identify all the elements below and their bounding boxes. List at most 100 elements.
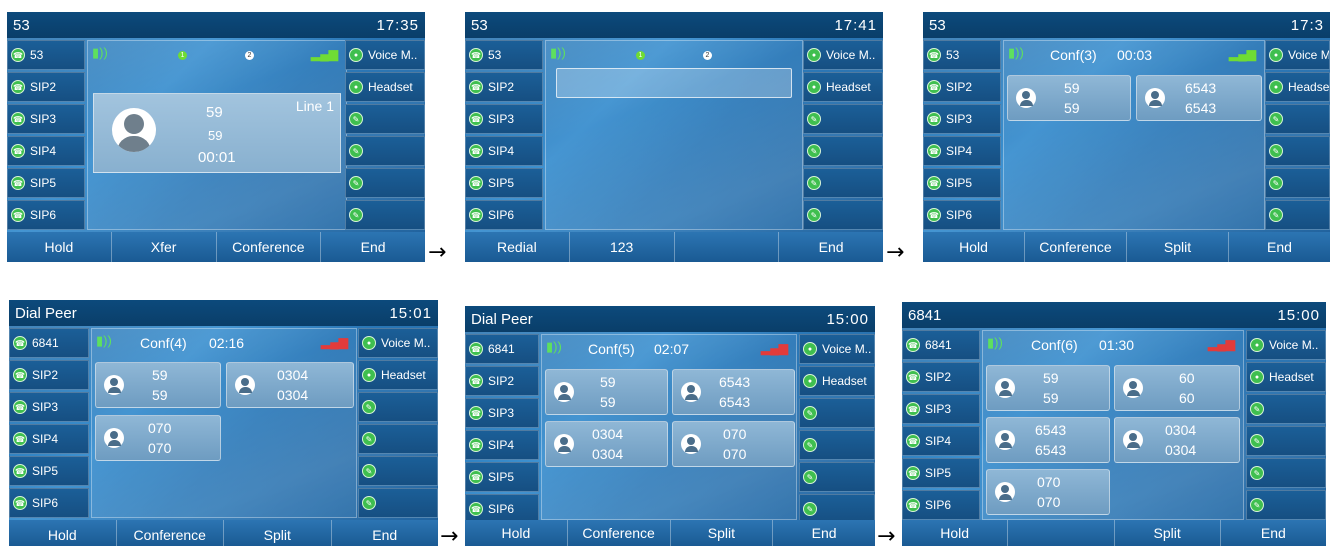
dsskey-empty-5[interactable] xyxy=(803,168,883,198)
dsskey-voicemail[interactable]: Voice M.. xyxy=(358,328,438,358)
line-key-6[interactable]: SIP6 xyxy=(902,490,980,520)
participant-card[interactable]: 6543 6543 xyxy=(1136,75,1262,121)
softkey-conference[interactable]: Conference xyxy=(216,232,322,262)
dsskey-empty-5[interactable] xyxy=(799,462,875,492)
dsskey-voicemail[interactable]: Voice M.. xyxy=(1246,330,1326,360)
participant-card[interactable]: 070 070 xyxy=(672,421,795,467)
participant-card[interactable]: 59 59 xyxy=(1007,75,1131,121)
softkey-end[interactable]: End xyxy=(331,520,438,546)
dsskey-empty-5[interactable] xyxy=(345,168,425,198)
dsskey-headset[interactable]: Headset xyxy=(345,72,425,102)
line-key-6[interactable]: SIP6 xyxy=(923,200,1001,230)
dsskey-empty-6[interactable] xyxy=(345,200,425,230)
softkey-split[interactable]: Split xyxy=(670,520,774,546)
participant-card[interactable]: 6543 6543 xyxy=(672,369,795,415)
line-key-1[interactable]: 6841 xyxy=(902,330,980,360)
softkey-conference[interactable]: Conference xyxy=(567,520,671,546)
line-key-5[interactable]: SIP5 xyxy=(465,462,539,492)
participant-card[interactable]: 59 59 xyxy=(986,365,1110,411)
line-key-4[interactable]: SIP4 xyxy=(465,430,539,460)
line-key-1[interactable]: 53 xyxy=(923,40,1001,70)
line-key-1[interactable]: 53 xyxy=(465,40,543,70)
line-key-4[interactable]: SIP4 xyxy=(9,424,89,454)
participant-card[interactable]: 59 59 xyxy=(545,369,668,415)
dsskey-voicemail[interactable]: Voice M.. xyxy=(803,40,883,70)
line-key-1[interactable]: 6841 xyxy=(465,334,539,364)
dsskey-voicemail[interactable]: Voice M xyxy=(1265,40,1330,70)
dsskey-headset[interactable]: Headset xyxy=(799,366,875,396)
line-key-2[interactable]: SIP2 xyxy=(465,72,543,102)
dsskey-empty-4[interactable] xyxy=(803,136,883,166)
dsskey-empty-4[interactable] xyxy=(799,430,875,460)
dsskey-empty-3[interactable] xyxy=(358,392,438,422)
line-key-4[interactable]: SIP4 xyxy=(923,136,1001,166)
participant-card[interactable]: 0304 0304 xyxy=(1114,417,1240,463)
softkey-input-mode[interactable]: 123 xyxy=(569,232,675,262)
participant-card[interactable]: 070 070 xyxy=(986,469,1110,515)
participant-card[interactable]: 59 59 xyxy=(95,362,221,408)
line-key-6[interactable]: SIP6 xyxy=(465,200,543,230)
line-key-3[interactable]: SIP3 xyxy=(7,104,85,134)
line-key-5[interactable]: SIP5 xyxy=(7,168,85,198)
dsskey-empty-6[interactable] xyxy=(803,200,883,230)
dsskey-headset[interactable]: Headse xyxy=(1265,72,1330,102)
dsskey-empty-5[interactable] xyxy=(358,456,438,486)
softkey-split[interactable]: Split xyxy=(1127,232,1229,262)
line-key-5[interactable]: SIP5 xyxy=(9,456,89,486)
softkey-xfer[interactable]: Xfer xyxy=(111,232,217,262)
line-key-5[interactable]: SIP5 xyxy=(465,168,543,198)
line-key-1[interactable]: 53 xyxy=(7,40,85,70)
participant-card[interactable]: 6543 6543 xyxy=(986,417,1110,463)
softkey-hold[interactable]: Hold xyxy=(7,232,112,262)
dsskey-empty-4[interactable] xyxy=(358,424,438,454)
softkey-empty[interactable] xyxy=(674,232,780,262)
dsskey-empty-3[interactable] xyxy=(1265,104,1330,134)
participant-card[interactable]: 0304 0304 xyxy=(545,421,668,467)
softkey-hold[interactable]: Hold xyxy=(902,520,1009,546)
dsskey-empty-3[interactable] xyxy=(803,104,883,134)
line-key-5[interactable]: SIP5 xyxy=(902,458,980,488)
line-key-2[interactable]: SIP2 xyxy=(7,72,85,102)
line-key-5[interactable]: SIP5 xyxy=(923,168,1001,198)
softkey-hold[interactable]: Hold xyxy=(465,520,568,546)
line-key-6[interactable]: SIP6 xyxy=(7,200,85,230)
softkey-end[interactable]: End xyxy=(1229,232,1330,262)
softkey-split[interactable]: Split xyxy=(224,520,332,546)
dsskey-empty-4[interactable] xyxy=(1246,426,1326,456)
dsskey-empty-3[interactable] xyxy=(799,398,875,428)
dsskey-empty-3[interactable] xyxy=(345,104,425,134)
softkey-end[interactable]: End xyxy=(779,232,883,262)
line-key-4[interactable]: SIP4 xyxy=(902,426,980,456)
softkey-conference[interactable]: Conference xyxy=(1025,232,1127,262)
dsskey-headset[interactable]: Headset xyxy=(358,360,438,390)
softkey-conference[interactable]: Conference xyxy=(116,520,224,546)
line-key-2[interactable]: SIP2 xyxy=(902,362,980,392)
softkey-end[interactable]: End xyxy=(1220,520,1326,546)
participant-card[interactable]: 070 070 xyxy=(95,415,221,461)
dsskey-voicemail[interactable]: Voice M.. xyxy=(345,40,425,70)
line-key-2[interactable]: SIP2 xyxy=(465,366,539,396)
softkey-split[interactable]: Split xyxy=(1114,520,1221,546)
line-key-3[interactable]: SIP3 xyxy=(465,104,543,134)
participant-card[interactable]: 0304 0304 xyxy=(226,362,354,408)
softkey-redial[interactable]: Redial xyxy=(465,232,570,262)
line-key-3[interactable]: SIP3 xyxy=(923,104,1001,134)
dsskey-empty-5[interactable] xyxy=(1265,168,1330,198)
dsskey-voicemail[interactable]: Voice M.. xyxy=(799,334,875,364)
active-call-card[interactable]: Line 1 59 59 00:01 xyxy=(93,93,341,173)
softkey-hold[interactable]: Hold xyxy=(9,520,117,546)
dsskey-empty-6[interactable] xyxy=(1265,200,1330,230)
softkey-empty[interactable] xyxy=(1008,520,1115,546)
dial-input[interactable] xyxy=(556,68,792,98)
softkey-end[interactable]: End xyxy=(773,520,875,546)
line-key-3[interactable]: SIP3 xyxy=(9,392,89,422)
line-key-3[interactable]: SIP3 xyxy=(902,394,980,424)
line-key-2[interactable]: SIP2 xyxy=(9,360,89,390)
line-key-1[interactable]: 6841 xyxy=(9,328,89,358)
dsskey-headset[interactable]: Headset xyxy=(1246,362,1326,392)
dsskey-empty-4[interactable] xyxy=(1265,136,1330,166)
dsskey-empty-3[interactable] xyxy=(1246,394,1326,424)
dsskey-headset[interactable]: Headset xyxy=(803,72,883,102)
softkey-hold[interactable]: Hold xyxy=(923,232,1025,262)
line-key-3[interactable]: SIP3 xyxy=(465,398,539,428)
